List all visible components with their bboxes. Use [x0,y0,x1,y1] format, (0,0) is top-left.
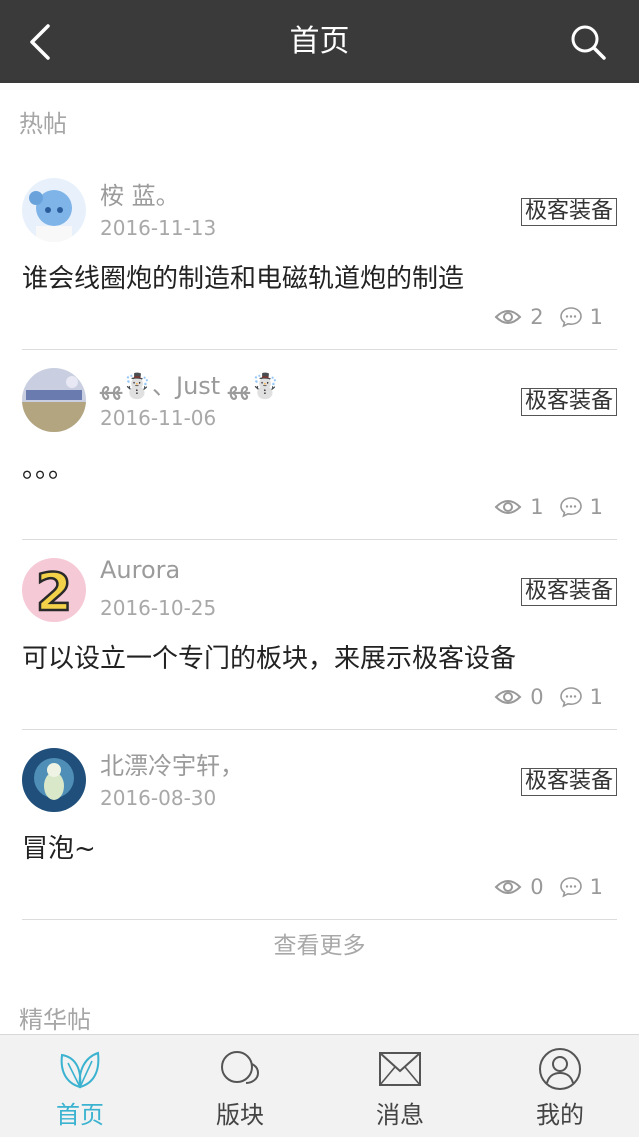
post-item[interactable]: ﻬﻬ☃️、Just ﻬﻬ☃️ 2016-11-06 极客装备 。。。 1 1 [0,350,639,540]
post-item[interactable]: 2 Aurora 2016-10-25 极客装备 可以设立一个专门的板块，来展示… [0,540,639,730]
post-item[interactable]: 北漂冷宇轩， 2016-08-30 极客装备 冒泡~ 0 1 [0,730,639,920]
post-date: 2016-10-25 [100,596,217,620]
avatar[interactable]: 2 [22,558,86,622]
tab-home[interactable]: 首页 [0,1035,160,1137]
post-title[interactable]: 可以设立一个专门的板块，来展示极客设备 [22,638,516,675]
comment-icon [559,307,582,328]
avatar[interactable] [22,368,86,432]
eye-icon [494,500,522,514]
tab-label: 首页 [56,1101,104,1129]
tab-boards[interactable]: 版块 [160,1035,320,1137]
bottom-tab-bar: 首页 版块 消息 我的 [0,1034,639,1137]
view-count: 2 [530,305,544,329]
comment-icon [559,877,582,898]
eye-icon [494,310,522,324]
avatar[interactable] [22,748,86,812]
top-nav-bar: 首页 [0,0,639,83]
post-title[interactable]: 。。。 [22,448,74,485]
view-count: 1 [530,495,544,519]
section-title-hot: 热帖 [19,110,67,138]
post-date: 2016-11-06 [100,406,217,430]
post-stats: 1 1 [494,492,603,522]
post-item[interactable]: 桉 蓝。 2016-11-13 极客装备 谁会线圈炮的制造和电磁轨道炮的制造 2… [0,160,639,350]
category-tag[interactable]: 极客装备 [520,198,617,226]
section-title-featured: 精华帖 [19,1006,91,1034]
eye-icon [494,690,522,704]
category-tag[interactable]: 极客装备 [520,578,617,606]
view-count: 0 [530,685,544,709]
svg-text:2: 2 [36,563,72,622]
post-stats: 0 1 [494,872,603,902]
bubbles-icon [221,1051,260,1084]
tab-label: 我的 [536,1101,584,1129]
comment-count: 1 [589,875,603,899]
search-icon[interactable] [568,22,608,62]
tab-label: 消息 [376,1101,424,1129]
comment-count: 1 [589,305,603,329]
eye-icon [494,880,522,894]
post-stats: 0 1 [494,682,603,712]
comment-icon [559,687,582,708]
post-date: 2016-11-13 [100,216,217,240]
username[interactable]: 桉 蓝。 [100,176,180,211]
comment-icon [559,497,582,518]
tab-messages[interactable]: 消息 [320,1035,480,1137]
divider [22,919,617,920]
post-date: 2016-08-30 [100,786,217,810]
view-more-link[interactable]: 查看更多 [0,926,639,966]
username[interactable]: ﻬﻬ☃️、Just ﻬﻬ☃️ [100,366,280,401]
tab-label: 版块 [216,1101,264,1129]
envelope-icon [379,1052,421,1086]
post-title[interactable]: 谁会线圈炮的制造和电磁轨道炮的制造 [22,258,464,295]
username[interactable]: Aurora [100,556,180,584]
category-tag[interactable]: 极客装备 [520,388,617,416]
comment-count: 1 [589,495,603,519]
username[interactable]: 北漂冷宇轩， [100,746,244,781]
avatar[interactable] [22,178,86,242]
view-count: 0 [530,875,544,899]
user-icon [539,1048,581,1090]
tab-profile[interactable]: 我的 [480,1035,639,1137]
leaf-icon [60,1051,100,1089]
page-title: 首页 [289,24,350,59]
post-title[interactable]: 冒泡~ [22,828,96,865]
category-tag[interactable]: 极客装备 [520,768,617,796]
post-stats: 2 1 [494,302,603,332]
comment-count: 1 [589,685,603,709]
